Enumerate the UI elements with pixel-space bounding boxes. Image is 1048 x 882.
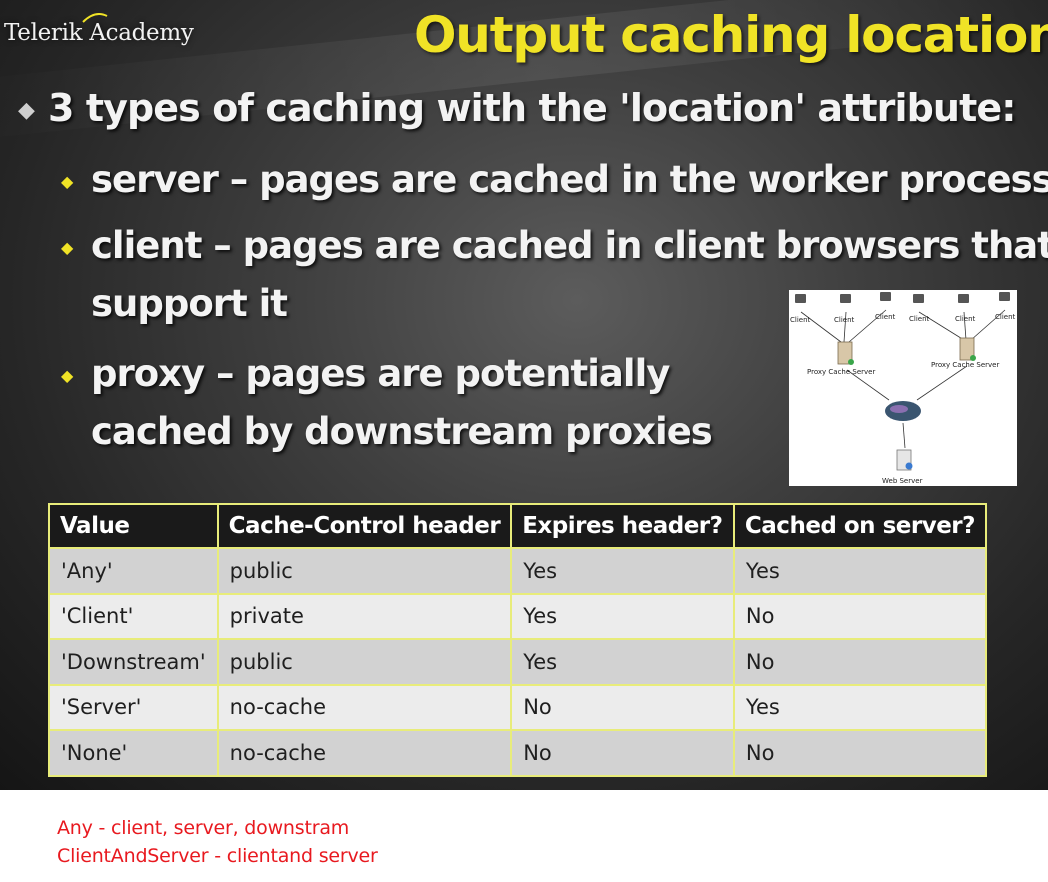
table-row: 'Downstream' public Yes No <box>48 638 988 686</box>
sub-bullet-client-line2: support it <box>91 282 288 325</box>
sub-bullet-icon: ◆ <box>61 238 74 257</box>
sub-bullet-icon: ◆ <box>61 366 74 385</box>
table-cell: Yes <box>510 638 735 686</box>
table-cell: Yes <box>510 547 735 595</box>
table-cell: 'Server' <box>48 683 219 731</box>
sub-bullet-proxy-line1: proxy – pages are potentially <box>91 352 670 395</box>
client-label: Client <box>790 316 811 324</box>
table-row: 'None' no-cache No No <box>48 729 988 777</box>
table-cell: No <box>732 729 988 777</box>
column-header: Cached on server? <box>732 503 988 549</box>
diamond-bullet-icon: ◆ <box>18 98 35 123</box>
table-cell: No <box>732 592 988 640</box>
table-cell: No <box>510 683 735 731</box>
column-header: Expires header? <box>510 503 735 549</box>
client-label: Client <box>955 315 976 323</box>
column-header: Value <box>48 503 219 549</box>
table-cell: public <box>216 547 513 595</box>
table-cell: No <box>732 638 988 686</box>
column-header: Cache-Control header <box>216 503 513 549</box>
table-cell: Yes <box>732 547 988 595</box>
web-server-icon <box>896 449 913 471</box>
proxy-left-label: Proxy Cache Server <box>807 368 875 376</box>
client-label: Client <box>875 313 896 321</box>
table-cell: 'None' <box>48 729 219 777</box>
table-cell: 'Client' <box>48 592 219 640</box>
main-bullet-text: 3 types of caching with the 'location' a… <box>48 86 1016 130</box>
client-label: Client <box>995 313 1016 321</box>
table-header-row: Value Cache-Control header Expires heade… <box>48 503 988 549</box>
table-cell: 'Downstream' <box>48 638 219 686</box>
table-row: 'Server' no-cache No Yes <box>48 683 988 731</box>
proxy-right-label: Proxy Cache Server <box>931 361 999 369</box>
client-label: Client <box>909 315 930 323</box>
table-cell: no-cache <box>216 683 513 731</box>
proxy-cache-diagram: Client Client Client Client Client Clien… <box>789 290 1017 486</box>
table-cell: no-cache <box>216 729 513 777</box>
cloud-icon <box>885 401 921 421</box>
table-cell: No <box>510 729 735 777</box>
table-row: 'Any' public Yes Yes <box>48 547 988 595</box>
logo-swoosh-icon <box>82 13 108 23</box>
table-cell: Yes <box>510 592 735 640</box>
table-cell: 'Any' <box>48 547 219 595</box>
client-label: Client <box>834 316 855 324</box>
slide-title: Output caching location <box>414 6 1048 64</box>
table-cell: public <box>216 638 513 686</box>
sub-bullet-icon: ◆ <box>61 172 74 191</box>
caching-location-table: Value Cache-Control header Expires heade… <box>48 503 988 777</box>
table-cell: private <box>216 592 513 640</box>
slide: Telerik Academy Output caching location … <box>0 0 1048 790</box>
table-row: 'Client' private Yes No <box>48 592 988 640</box>
client-icon <box>795 292 1010 303</box>
note-line-2: ClientAndServer - clientand server <box>57 845 378 867</box>
sub-bullet-server: server – pages are cached in the worker … <box>91 158 1048 201</box>
sub-bullet-client-line1: client – pages are cached in client brow… <box>91 224 1048 267</box>
web-server-label: Web Server <box>882 477 923 485</box>
table-cell: Yes <box>732 683 988 731</box>
sub-bullet-proxy-line2: cached by downstream proxies <box>91 410 713 453</box>
note-line-1: Any - client, server, downstram <box>57 817 350 839</box>
